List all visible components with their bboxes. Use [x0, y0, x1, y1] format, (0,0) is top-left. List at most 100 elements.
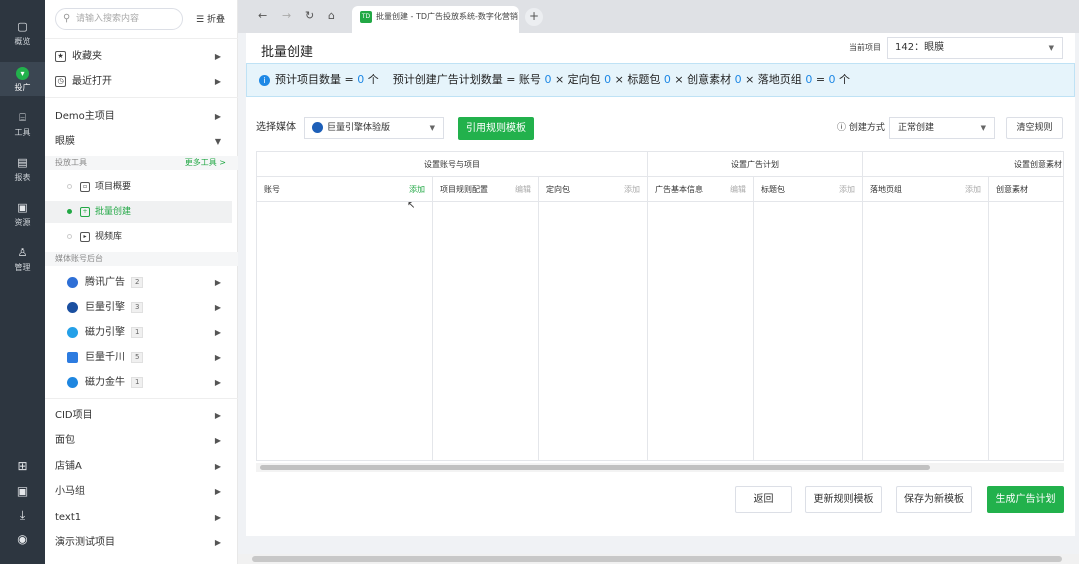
rail-item-resources[interactable]: ▣ 资源 [0, 201, 45, 228]
menu-label: 收藏夹 [72, 51, 102, 62]
column-body[interactable] [863, 202, 989, 460]
account-icon[interactable]: ◉ [0, 532, 45, 546]
add-link[interactable]: 添加 [624, 177, 640, 201]
new-tab-button[interactable]: + [525, 8, 543, 26]
menu-project[interactable]: CID项目 ▶ [55, 405, 231, 427]
menu-label: Demo主项目 [55, 111, 115, 122]
estimate-banner: i 预计项目数量 = 0 个 预计创建广告计划数量 = 账号 0 × 定向包 0 … [246, 63, 1075, 97]
menu-project[interactable]: 面包 ▶ [55, 430, 231, 452]
project-value: 142：眼膜 [895, 42, 945, 53]
save-template-button[interactable]: 保存为新模板 [896, 486, 972, 513]
tab-title: 批量创建 - TD广告投放系统-数字化营销 [376, 12, 518, 21]
home-icon[interactable]: ⌂ [328, 9, 335, 22]
media-cili[interactable]: 磁力引擎 1 ▶ [67, 321, 231, 345]
sidebar: ⚲ 请输入搜索内容 ☰ 折叠 ★ 收藏夹 ▶ ◷ 最近打开 ▶ Demo主项目 ▶ 眼膜 ▼… [45, 0, 238, 564]
menu-label: CID项目 [55, 410, 93, 421]
tool-video-library[interactable]: ▸ 视频库 [67, 226, 231, 248]
rail-label: 资源 [14, 218, 31, 227]
targeting-count: 0 [604, 73, 612, 86]
banner-text: 预计项目数量 = [275, 73, 354, 86]
bullet-icon [67, 209, 72, 214]
column-body[interactable] [433, 202, 539, 460]
media-select[interactable]: 巨量引擎体验版 ▼ [304, 117, 444, 139]
chevron-right-icon: ▶ [214, 278, 221, 287]
column-body[interactable] [539, 202, 648, 460]
fold-button[interactable]: ☰ 折叠 [196, 12, 225, 25]
chevron-down-icon: ▼ [214, 137, 221, 146]
update-template-button[interactable]: 更新规则模板 [805, 486, 882, 513]
table-scrollbar-thumb[interactable] [260, 465, 930, 470]
cili-logo-icon [67, 326, 78, 338]
window-icon[interactable]: ▣ [0, 484, 45, 498]
media-qianchuan[interactable]: 巨量千川 5 ▶ [67, 346, 231, 370]
column-body[interactable] [754, 202, 863, 460]
browser-tab[interactable]: TD 批量创建 - TD广告投放系统-数字化营销 [352, 6, 519, 33]
clear-rules-button[interactable]: 清空规则 [1006, 117, 1063, 139]
add-link[interactable]: 添加 [965, 177, 981, 201]
menu-project[interactable]: 店铺A ▶ [55, 456, 231, 478]
column-label: 标题包 [761, 185, 785, 194]
page-scrollbar-thumb[interactable] [252, 556, 1062, 562]
banner-text: 预计创建广告计划数量 = 账号 [392, 73, 541, 86]
chevron-down-icon: ▼ [429, 124, 435, 132]
tool-project-overview[interactable]: ▫ 项目概要 [67, 176, 231, 198]
forward-icon[interactable]: → [282, 9, 291, 22]
project-count: 0 [357, 73, 365, 86]
download-icon[interactable]: ⤓ [0, 508, 45, 523]
help-icon[interactable]: ⓘ [837, 123, 849, 133]
grid-icon[interactable]: ⊞ [0, 459, 45, 473]
menu-project[interactable]: 演示测试项目 ▶ [55, 532, 231, 554]
menu-recent[interactable]: ◷ 最近打开 ▶ [55, 71, 231, 93]
rail-item-overview[interactable]: ▢ 概览 [0, 20, 45, 47]
media-value: 巨量引擎体验版 [327, 123, 391, 133]
back-icon[interactable]: ← [258, 9, 267, 22]
create-mode-select[interactable]: 正常创建 ▼ [889, 117, 995, 139]
apply-template-button[interactable]: 引用规则模板 [458, 117, 534, 140]
create-mode-label: ⓘ 创建方式 [837, 117, 885, 139]
add-account-link[interactable]: 添加 [409, 177, 425, 201]
media-tencent[interactable]: 腾讯广告 2 ▶ [67, 271, 231, 295]
column-body[interactable] [648, 202, 754, 460]
search-input[interactable]: ⚲ 请输入搜索内容 [55, 8, 183, 30]
generate-plan-button[interactable]: 生成广告计划 [987, 486, 1064, 513]
more-tools-link[interactable]: 更多工具 > [185, 156, 226, 170]
banner-text: 个 [839, 73, 851, 86]
chevron-down-icon: ▼ [980, 124, 986, 132]
chevron-right-icon: ▶ [214, 52, 221, 61]
add-link[interactable]: 添加 [839, 177, 855, 201]
clock-icon: ◷ [55, 75, 66, 87]
menu-demo-project[interactable]: Demo主项目 ▶ [55, 106, 231, 128]
chevron-right-icon: ▶ [214, 378, 221, 387]
bullet-icon [67, 234, 72, 239]
tool-batch-create[interactable]: + 批量创建 [45, 201, 232, 223]
column-header: 落地页组 添加 [863, 177, 989, 202]
column-header: 广告基本信息 编辑 [648, 177, 754, 202]
column-body[interactable] [257, 202, 433, 460]
column-label: 广告基本信息 [655, 185, 703, 194]
rail-item-tools[interactable]: ⌸ 工具 [0, 111, 45, 138]
group-media: 媒体账号后台 [45, 252, 238, 266]
menu-favorites[interactable]: ★ 收藏夹 ▶ [55, 46, 231, 68]
rail-item-ads[interactable]: ▾ 投广 [0, 62, 45, 96]
rail-item-reports[interactable]: ▤ 报表 [0, 156, 45, 183]
menu-current-project[interactable]: 眼膜 ▼ [55, 131, 231, 153]
back-button[interactable]: 返回 [735, 486, 792, 513]
edit-link[interactable]: 编辑 [515, 177, 531, 201]
menu-project[interactable]: 小马组 ▶ [55, 481, 231, 503]
group-label: 投放工具 [55, 158, 87, 167]
menu-project[interactable]: text1 ▶ [55, 507, 231, 529]
total-count: 0 [828, 73, 836, 86]
reload-icon[interactable]: ↻ [305, 9, 314, 22]
rail-item-admin[interactable]: ♙ 管理 [0, 246, 45, 273]
column-header: 标题包 添加 [754, 177, 863, 202]
tool-icon: ⌸ [19, 111, 26, 124]
page-title: 批量创建 [261, 45, 314, 60]
project-select[interactable]: 142：眼膜 ▼ [887, 37, 1063, 59]
page-scrollbar[interactable] [238, 554, 1079, 564]
menu-label: 眼膜 [55, 136, 75, 147]
banner-text: × 创意素材 [674, 73, 732, 86]
media-oceanengine[interactable]: 巨量引擎 3 ▶ [67, 296, 231, 320]
edit-link[interactable]: 编辑 [730, 177, 746, 201]
media-jinniu[interactable]: 磁力金牛 1 ▶ [67, 371, 231, 395]
group-header: 设置账号与项目 [257, 152, 648, 177]
